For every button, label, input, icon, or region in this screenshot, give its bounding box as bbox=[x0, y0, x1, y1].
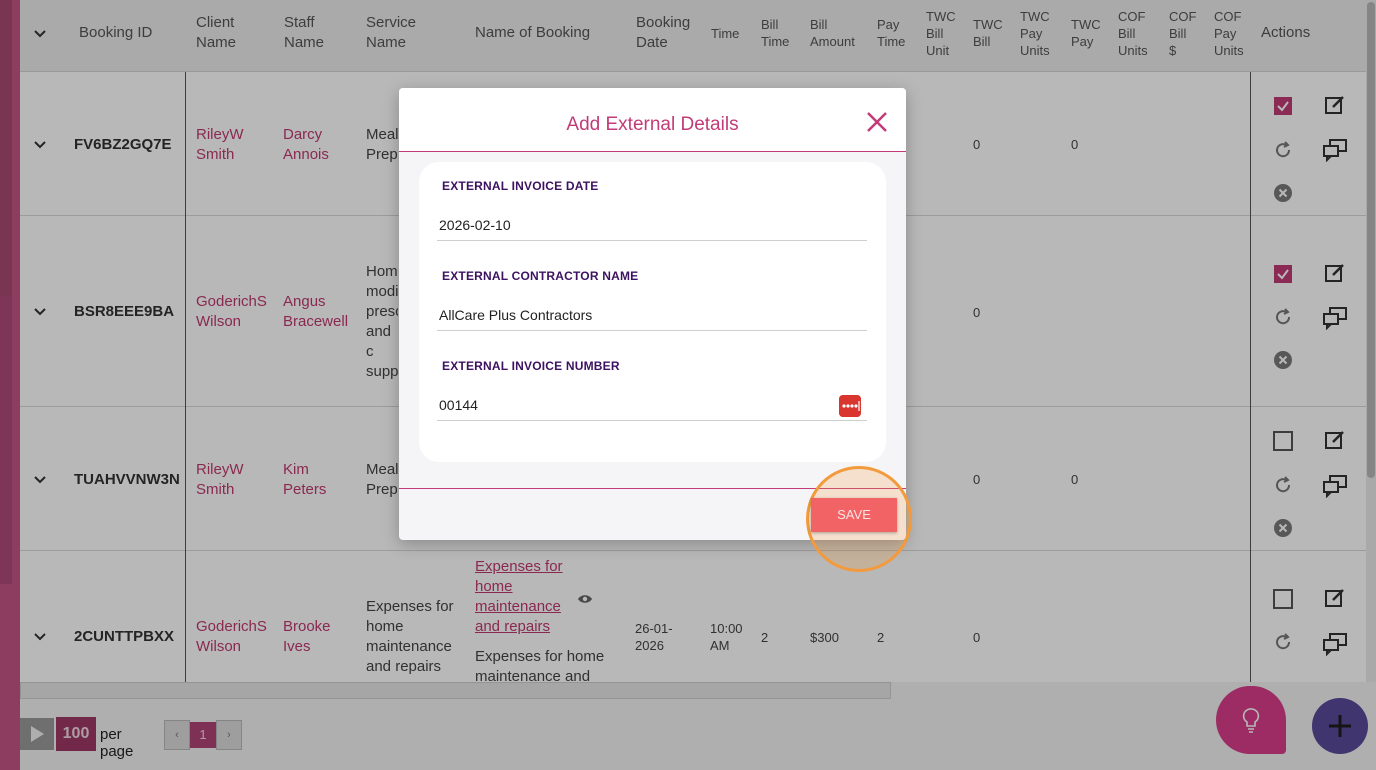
contractor-name-label: EXTERNAL CONTRACTOR NAME bbox=[442, 269, 639, 283]
invoice-number-label: EXTERNAL INVOICE NUMBER bbox=[442, 359, 620, 373]
modal-form-card: EXTERNAL INVOICE DATE EXTERNAL CONTRACTO… bbox=[419, 162, 886, 462]
modal-title: Add External Details bbox=[566, 114, 739, 135]
contractor-name-input[interactable] bbox=[437, 299, 867, 331]
invoice-date-input[interactable] bbox=[437, 209, 867, 241]
add-external-details-modal: Add External Details EXTERNAL INVOICE DA… bbox=[399, 88, 906, 540]
password-dots-icon[interactable] bbox=[839, 395, 861, 417]
save-button[interactable]: SAVE bbox=[811, 498, 897, 532]
invoice-number-input[interactable] bbox=[437, 389, 867, 421]
close-icon[interactable] bbox=[865, 110, 889, 134]
invoice-date-label: EXTERNAL INVOICE DATE bbox=[442, 179, 599, 193]
modal-header: Add External Details bbox=[399, 88, 906, 152]
